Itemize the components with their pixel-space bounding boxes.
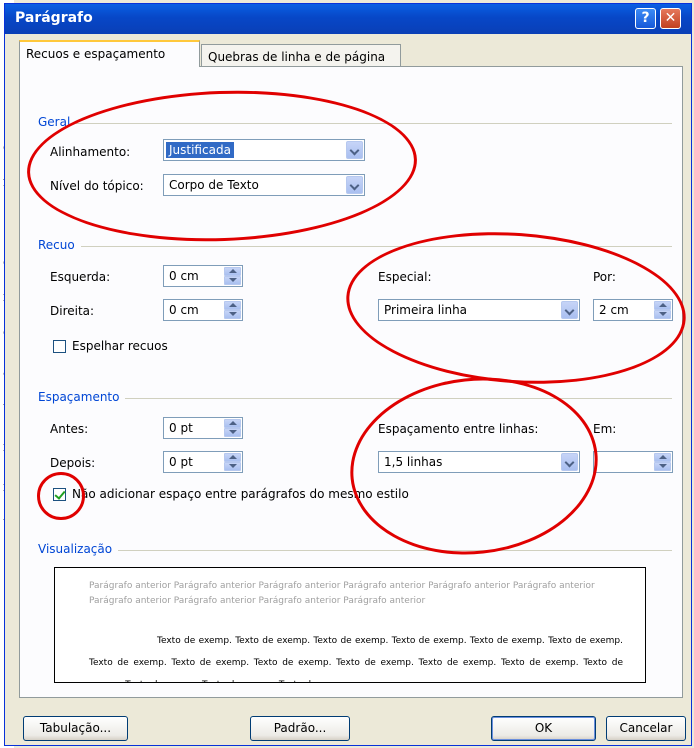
ok-button[interactable]: OK xyxy=(491,716,596,741)
line-spacing-value: 1,5 linhas xyxy=(384,455,443,469)
chevron-down-icon[interactable] xyxy=(561,301,578,319)
tab-line-page-breaks[interactable]: Quebras de linha e de página xyxy=(201,44,401,68)
group-divider xyxy=(42,123,672,124)
tab-indents-spacing[interactable]: Recuos e espaçamento xyxy=(19,40,200,67)
cancel-button[interactable]: Cancelar xyxy=(606,716,686,741)
paragraph-preview: Parágrafo anterior Parágrafo anterior Pa… xyxy=(54,567,646,683)
close-icon: ✕ xyxy=(664,10,677,26)
dialog-title: Parágrafo xyxy=(15,10,93,26)
preview-sample-text: Texto de exemp. Texto de exemp. Texto de… xyxy=(89,636,623,682)
group-title-geral: Geral xyxy=(38,115,77,129)
group-divider xyxy=(42,550,672,551)
spin-up-icon[interactable] xyxy=(224,453,241,462)
no-space-same-style-checkbox[interactable] xyxy=(53,488,66,501)
spacing-after-stepper[interactable]: 0 pt xyxy=(163,451,243,473)
spin-down-icon[interactable] xyxy=(224,428,241,437)
at-stepper[interactable] xyxy=(593,451,673,473)
indent-left-label: Esquerda: xyxy=(50,270,111,284)
no-space-same-style-label[interactable]: Não adicionar espaço entre parágrafos do… xyxy=(72,487,409,501)
help-icon: ? xyxy=(641,10,650,26)
group-divider xyxy=(42,246,672,247)
alignment-label: Alinhamento: xyxy=(50,145,131,159)
tab-panel: Geral Alinhamento: Justificada Nível do … xyxy=(19,66,683,698)
spin-down-icon[interactable] xyxy=(654,462,671,471)
mirror-indents-label[interactable]: Espelhar recuos xyxy=(72,339,168,353)
indent-left-stepper[interactable]: 0 cm xyxy=(163,265,243,287)
line-spacing-label: Espaçamento entre linhas: xyxy=(378,422,539,436)
spin-up-icon[interactable] xyxy=(224,301,241,310)
preview-previous-paragraph: Parágrafo anterior Parágrafo anterior Pa… xyxy=(89,581,595,606)
at-label: Em: xyxy=(593,422,617,436)
group-title-recuo: Recuo xyxy=(38,238,81,252)
indent-right-label: Direita: xyxy=(50,304,95,318)
outline-level-label: Nível do tópico: xyxy=(50,179,144,193)
spacing-before-stepper[interactable]: 0 pt xyxy=(163,417,243,439)
line-spacing-select[interactable]: 1,5 linhas xyxy=(378,451,580,473)
mirror-indents-checkbox[interactable] xyxy=(53,340,66,353)
by-value: 2 cm xyxy=(599,303,629,317)
special-indent-value: Primeira linha xyxy=(384,303,468,317)
outline-level-select[interactable]: Corpo de Texto xyxy=(163,174,365,196)
title-bar[interactable]: Parágrafo ? ✕ xyxy=(5,4,691,34)
help-button[interactable]: ? xyxy=(635,8,656,29)
group-divider xyxy=(42,398,672,399)
indent-right-value: 0 cm xyxy=(169,303,199,317)
spacing-before-value: 0 pt xyxy=(169,421,193,435)
spin-up-icon[interactable] xyxy=(654,301,671,310)
special-indent-select[interactable]: Primeira linha xyxy=(378,299,580,321)
chevron-down-icon[interactable] xyxy=(561,453,578,471)
tabs-button[interactable]: Tabulação... xyxy=(23,716,128,741)
outline-level-value: Corpo de Texto xyxy=(169,178,259,192)
by-stepper[interactable]: 2 cm xyxy=(593,299,673,321)
set-default-button[interactable]: Padrão... xyxy=(250,716,350,741)
spin-down-icon[interactable] xyxy=(224,310,241,319)
spin-down-icon[interactable] xyxy=(224,462,241,471)
spacing-before-label: Antes: xyxy=(50,422,89,436)
indent-left-value: 0 cm xyxy=(169,269,199,283)
spacing-after-label: Depois: xyxy=(50,456,96,470)
alignment-value: Justificada xyxy=(166,142,234,158)
chevron-down-icon[interactable] xyxy=(346,141,363,159)
close-button[interactable]: ✕ xyxy=(660,8,681,29)
by-label: Por: xyxy=(593,270,616,284)
spacing-after-value: 0 pt xyxy=(169,455,193,469)
paragraph-dialog: Parágrafo ? ✕ Recuos e espaçamento Quebr… xyxy=(4,3,692,746)
spin-down-icon[interactable] xyxy=(654,310,671,319)
spin-down-icon[interactable] xyxy=(224,276,241,285)
special-indent-label: Especial: xyxy=(378,270,432,284)
spin-up-icon[interactable] xyxy=(224,419,241,428)
chevron-down-icon[interactable] xyxy=(346,176,363,194)
spin-up-icon[interactable] xyxy=(224,267,241,276)
alignment-select[interactable]: Justificada xyxy=(163,139,365,161)
group-title-espacamento: Espaçamento xyxy=(38,390,126,404)
group-title-visualizacao: Visualização xyxy=(38,542,119,556)
indent-right-stepper[interactable]: 0 cm xyxy=(163,299,243,321)
spin-up-icon[interactable] xyxy=(654,453,671,462)
